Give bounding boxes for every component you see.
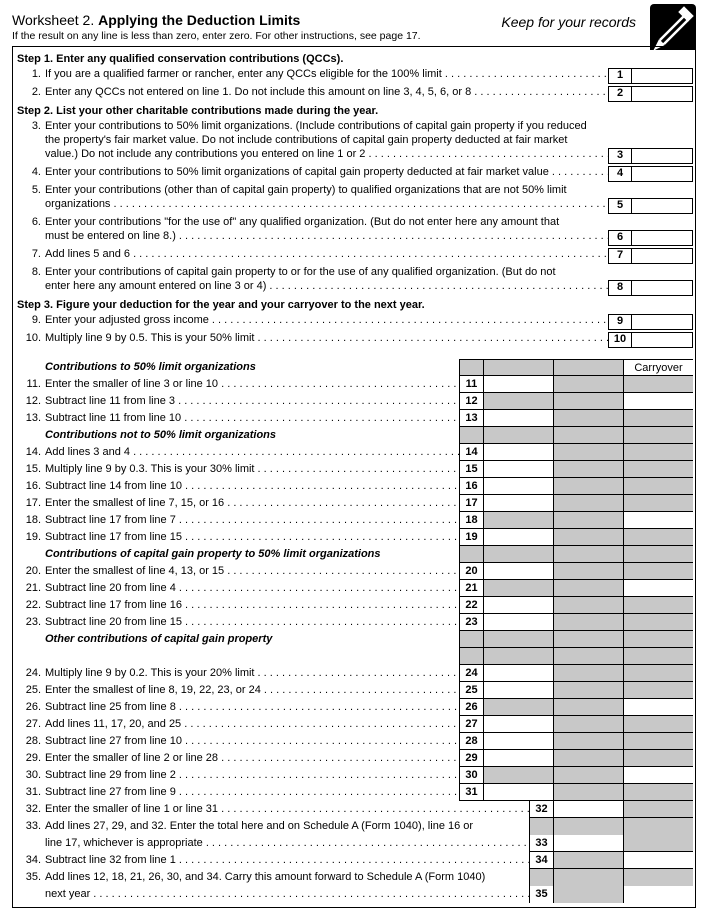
- line-33-a: 33.Add lines 27, 29, and 32. Enter the t…: [17, 818, 693, 835]
- line-13-col1[interactable]: [483, 410, 553, 427]
- line-14: 14.Add lines 3 and 4 . . . . . . . . . .…: [17, 444, 693, 461]
- line-8-input[interactable]: [632, 280, 693, 296]
- line-22: 22.Subtract line 17 from line 16 . . . .…: [17, 597, 693, 614]
- keep-records: Keep for your records: [501, 14, 636, 30]
- line-30: 30.Subtract line 29 from line 2 . . . . …: [17, 767, 693, 784]
- line-24: 24.Multiply line 9 by 0.2. This is your …: [17, 665, 693, 682]
- line-9: 9. Enter your adjusted gross income . . …: [17, 313, 693, 331]
- line-20: 20.Enter the smallest of line 4, 13, or …: [17, 563, 693, 580]
- line-18: 18.Subtract line 17 from line 7 . . . . …: [17, 512, 693, 529]
- line-10: 10. Multiply line 9 by 0.5. This is your…: [17, 331, 693, 349]
- line-35-a: 35.Add lines 12, 18, 21, 26, 30, and 34.…: [17, 869, 693, 886]
- line-2: 2. Enter any QCCs not entered on line 1.…: [17, 85, 693, 103]
- line-1: 1. If you are a qualified farmer or ranc…: [17, 67, 693, 85]
- line-6-input[interactable]: [632, 230, 693, 246]
- line-12-carryover[interactable]: [623, 393, 693, 410]
- header: Worksheet 2. Applying the Deduction Limi…: [12, 12, 696, 28]
- line-31: 31.Subtract line 27 from line 9 . . . . …: [17, 784, 693, 801]
- section-c-header: Contributions of capital gain property t…: [17, 546, 459, 563]
- line-21: 21.Subtract line 20 from line 4 . . . . …: [17, 580, 693, 597]
- line-32: 32.Enter the smaller of line 1 or line 3…: [17, 801, 693, 818]
- subnote: If the result on any line is less than z…: [12, 30, 696, 42]
- line-10-input[interactable]: [632, 332, 693, 348]
- worksheet-title: Worksheet 2. Applying the Deduction Limi…: [12, 12, 300, 28]
- step-1-header: Step 1. Enter any qualified conservation…: [17, 53, 693, 65]
- line-3-input[interactable]: [632, 148, 693, 164]
- line-15: 15.Multiply line 9 by 0.3. This is your …: [17, 461, 693, 478]
- line-16: 16.Subtract line 14 from line 10 . . . .…: [17, 478, 693, 495]
- line-1-label: 1: [608, 68, 632, 84]
- carryover-header-row: Contributions to 50% limit organizations…: [17, 359, 693, 376]
- line-4-input[interactable]: [632, 166, 693, 182]
- line-7: 7. Add lines 5 and 6 . . . . . . . . . .…: [17, 247, 693, 265]
- line-5: organizations . . . . . . . . . . . . . …: [17, 197, 693, 215]
- step-2-header: Step 2. List your other charitable contr…: [17, 105, 693, 117]
- line-2-label: 2: [608, 86, 632, 102]
- line-11: 11.Enter the smaller of line 3 or line 1…: [17, 376, 693, 393]
- line-4: 4. Enter your contributions to 50% limit…: [17, 165, 693, 183]
- pen-icon: [650, 4, 696, 50]
- line-1-input[interactable]: [632, 68, 693, 84]
- line-7-input[interactable]: [632, 248, 693, 264]
- line-23: 23.Subtract line 20 from line 15 . . . .…: [17, 614, 693, 631]
- line-2-input[interactable]: [632, 86, 693, 102]
- line-29: 29.Enter the smaller of line 2 or line 2…: [17, 750, 693, 767]
- worksheet-body: Step 1. Enter any qualified conservation…: [12, 46, 696, 908]
- line-28: 28.Subtract line 27 from line 10 . . . .…: [17, 733, 693, 750]
- line-27: 27.Add lines 11, 17, 20, and 25 . . . . …: [17, 716, 693, 733]
- line-8: enter here any amount entered on line 3 …: [17, 279, 693, 297]
- step-3-header: Step 3. Figure your deduction for the ye…: [17, 299, 693, 311]
- line-12: 12.Subtract line 11 from line 3 . . . . …: [17, 393, 693, 410]
- line-6: must be entered on line 8.) . . . . . . …: [17, 229, 693, 247]
- line-25: 25.Enter the smallest of line 8, 19, 22,…: [17, 682, 693, 699]
- line-5-input[interactable]: [632, 198, 693, 214]
- section-b-header: Contributions not to 50% limit organizat…: [17, 427, 459, 444]
- line-26: 26.Subtract line 25 from line 8 . . . . …: [17, 699, 693, 716]
- line-3: value.) Do not include any contributions…: [17, 147, 693, 165]
- line-17: 17.Enter the smallest of line 7, 15, or …: [17, 495, 693, 512]
- section-d-header: Other contributions of capital gain prop…: [17, 631, 459, 648]
- carryover-header: Carryover: [623, 359, 693, 376]
- line-19: 19.Subtract line 17 from line 15 . . . .…: [17, 529, 693, 546]
- line-34: 34.Subtract line 32 from line 1 . . . . …: [17, 852, 693, 869]
- line-9-input[interactable]: [632, 314, 693, 330]
- line-13: 13.Subtract line 11 from line 10 . . . .…: [17, 410, 693, 427]
- section-a-header: Contributions to 50% limit organizations: [45, 359, 459, 376]
- line-35-b: next year . . . . . . . . . . . . . . . …: [17, 886, 693, 903]
- line-11-col1[interactable]: [483, 376, 553, 393]
- line-33-b: line 17, whichever is appropriate . . . …: [17, 835, 693, 852]
